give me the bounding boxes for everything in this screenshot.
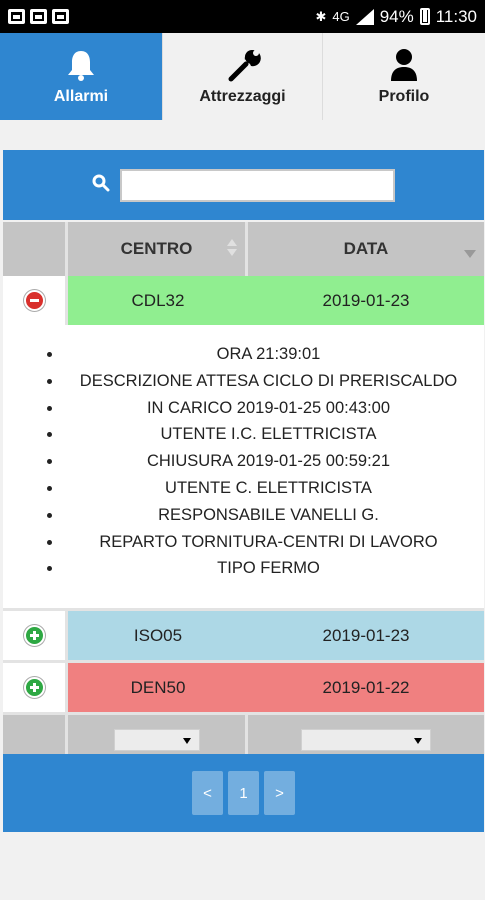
detail-item: REPARTO TORNITURA-CENTRI DI LAVORO [63,529,484,556]
cell-data: 2019-01-23 [248,611,484,661]
detail-item: UTENTE C. ELETTRICISTA [63,475,484,502]
detail-item: CHIUSURA 2019-01-25 00:59:21 [63,448,484,475]
search-bar [3,150,484,220]
clock: 11:30 [435,6,477,26]
expand-icon[interactable] [23,677,45,699]
bluetooth-icon: ✱ [315,8,327,24]
row-toggle-cell [3,276,68,325]
search-icon [92,174,110,197]
next-page-button[interactable]: > [264,771,295,815]
cell-data: 2019-01-22 [248,663,484,713]
detail-item: TIPO FERMO [63,555,484,582]
bell-icon [64,48,98,82]
sort-icon [227,239,237,256]
alarms-table: CENTRO DATA CDL32 2019-01-23 ORA 21:39:0… [3,222,484,765]
wrench-icon [225,48,261,82]
detail-item: RESPONSABILE VANELLI G. [63,502,484,529]
data-filter-select[interactable] [301,728,431,751]
detail-item: DESCRIZIONE ATTESA CICLO DI PRERISCALDO [63,368,484,395]
prev-page-button[interactable]: < [192,771,223,815]
column-header-label: CENTRO [120,239,193,258]
notification-icons [8,9,69,24]
tab-profilo[interactable]: Profilo [323,33,485,120]
header-toggle-column [3,222,68,276]
battery-level: 94% [379,6,414,26]
row-details: ORA 21:39:01 DESCRIZIONE ATTESA CICLO DI… [3,325,484,609]
detail-item: UTENTE I.C. ELETTRICISTA [63,421,484,448]
row-toggle-cell [3,611,68,661]
status-bar: ✱ 4G 94% 11:30 [0,0,485,33]
sort-desc-icon [464,250,476,258]
table-row[interactable]: CDL32 2019-01-23 [3,276,484,325]
cell-data: 2019-01-23 [248,276,484,325]
collapse-icon[interactable] [23,290,45,311]
tab-label: Profilo [378,87,430,105]
column-header-data[interactable]: DATA [248,222,484,276]
column-header-label: DATA [343,239,389,258]
notification-icon [8,9,25,24]
cell-centro: CDL32 [68,276,248,325]
tab-allarmi[interactable]: Allarmi [0,33,163,120]
pagination: < 1 > [3,754,484,832]
page-number-button[interactable]: 1 [228,771,259,815]
column-header-centro[interactable]: CENTRO [68,222,248,276]
tab-bar: Allarmi Attrezzaggi Profilo [0,33,485,120]
signal-icon [355,8,374,25]
table-row[interactable]: ISO05 2019-01-23 [3,611,484,661]
row-toggle-cell [3,663,68,713]
table-header: CENTRO DATA [3,222,484,276]
mail-icon [30,9,47,24]
centro-filter-select[interactable] [113,728,200,751]
search-input[interactable] [120,168,395,202]
battery-icon [419,8,430,25]
tab-attrezzaggi[interactable]: Attrezzaggi [163,33,323,120]
user-icon [389,48,419,82]
cell-centro: DEN50 [68,663,248,713]
table-row[interactable]: DEN50 2019-01-22 [3,663,484,713]
detail-item: IN CARICO 2019-01-25 00:43:00 [63,395,484,422]
cell-centro: ISO05 [68,611,248,661]
mail-icon [52,9,69,24]
details-list: ORA 21:39:01 DESCRIZIONE ATTESA CICLO DI… [3,341,484,582]
network-type: 4G [332,9,350,24]
tab-label: Attrezzaggi [199,87,286,105]
detail-item: ORA 21:39:01 [63,341,484,368]
expand-icon[interactable] [23,625,45,647]
tab-label: Allarmi [53,87,109,105]
